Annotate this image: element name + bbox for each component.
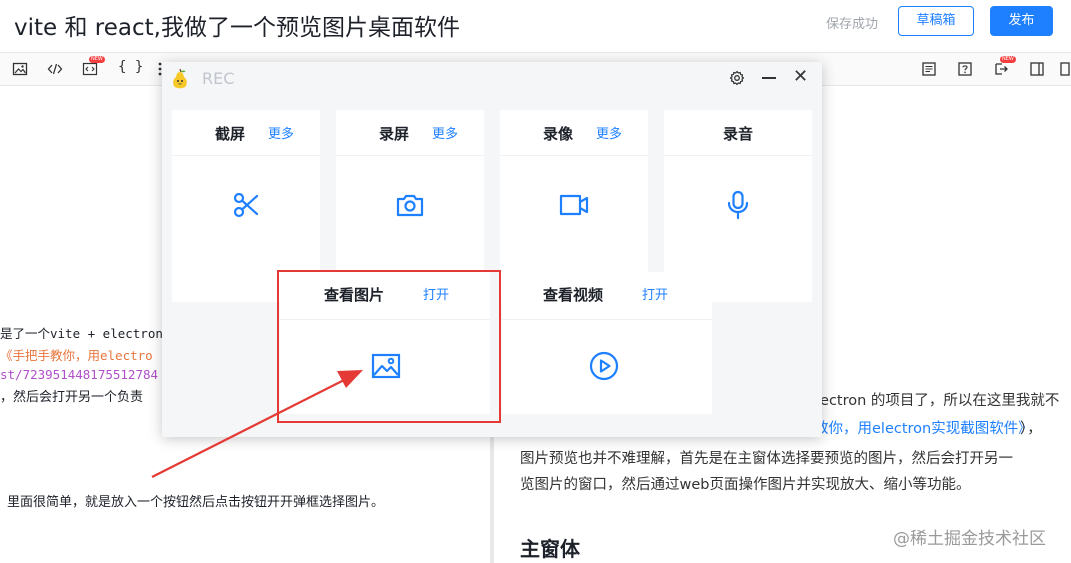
preview-text: 览图片的窗口，然后通过web页面操作图片并实现放大、缩小等功能。 xyxy=(520,477,971,493)
new-badge: NEW xyxy=(89,56,105,63)
help-icon[interactable] xyxy=(957,61,973,77)
minimize-icon[interactable] xyxy=(762,77,776,79)
editor-line: st/723951448175512784 xyxy=(0,367,159,382)
editor-line: 是了一个vite + electron xyxy=(0,326,163,341)
save-status: 保存成功 xyxy=(826,17,879,32)
code-icon[interactable] xyxy=(47,61,63,77)
document-icon[interactable] xyxy=(921,61,937,77)
video-camera-icon xyxy=(559,190,589,220)
video-record-more-link[interactable]: 更多 xyxy=(596,123,622,142)
preview-text: ）， xyxy=(1020,421,1042,437)
export-icon[interactable]: NEW xyxy=(993,56,1016,77)
preview-text: lectron 的项目了，所以在这里我就不 xyxy=(816,393,1060,409)
card-title: 查看视频 xyxy=(543,286,604,304)
publish-button[interactable]: 发布 xyxy=(990,6,1053,36)
rec-title: REC xyxy=(202,69,235,88)
scissors-icon xyxy=(231,190,261,220)
watermark: @稀土掘金技术社区 xyxy=(893,529,1046,549)
new-badge-2: NEW xyxy=(1000,56,1016,63)
card-title: 录像 xyxy=(543,125,574,143)
gear-icon[interactable] xyxy=(729,70,745,86)
header: vite 和 react,我做了一个预览图片桌面软件 保存成功 草稿箱 发布 xyxy=(0,0,1071,48)
annotation-highlight-box xyxy=(277,270,501,423)
card-title: 录屏 xyxy=(379,125,410,143)
camera-icon xyxy=(395,190,425,220)
preview-heading: 主窗体 xyxy=(520,537,580,561)
screenshot-more-link[interactable]: 更多 xyxy=(268,123,294,142)
split-view-icon[interactable] xyxy=(1029,61,1045,77)
preview-link[interactable]: 教你，用electron实现截图软件》 xyxy=(814,417,1033,438)
drafts-button[interactable]: 草稿箱 xyxy=(898,6,974,36)
image-icon[interactable] xyxy=(12,61,28,77)
play-circle-icon xyxy=(589,351,619,381)
curly-braces-icon[interactable]: { } xyxy=(118,59,143,75)
editor-line: 《手把手教你，用electro xyxy=(0,348,153,363)
view-video-card: 查看视频 打开 xyxy=(502,272,712,414)
open-video-link[interactable]: 打开 xyxy=(642,284,668,303)
rec-titlebar[interactable]: REC ✕ xyxy=(162,62,822,94)
editor-line: 里面很简单，就是放入一个按钮然后点击按钮开开弹框选择图片。 xyxy=(7,495,385,510)
preview-text: 图片预览也并不难理解，首先是在主窗体选择要预览的图片，然后会打开另一 xyxy=(520,451,1013,467)
screen-record-more-link[interactable]: 更多 xyxy=(432,123,458,142)
pear-logo-icon xyxy=(170,68,190,90)
card-title: 截屏 xyxy=(215,125,246,143)
view-video-button[interactable] xyxy=(502,321,712,414)
microphone-icon xyxy=(723,190,753,220)
card-title: 录音 xyxy=(723,125,754,143)
article-title-input[interactable]: vite 和 react,我做了一个预览图片桌面软件 xyxy=(14,8,460,42)
close-icon[interactable]: ✕ xyxy=(793,68,808,86)
editor-line: ，然后会打开另一个负责 xyxy=(0,390,144,405)
code-block-icon[interactable]: NEW xyxy=(82,56,105,77)
more-icon[interactable] xyxy=(1060,61,1071,77)
